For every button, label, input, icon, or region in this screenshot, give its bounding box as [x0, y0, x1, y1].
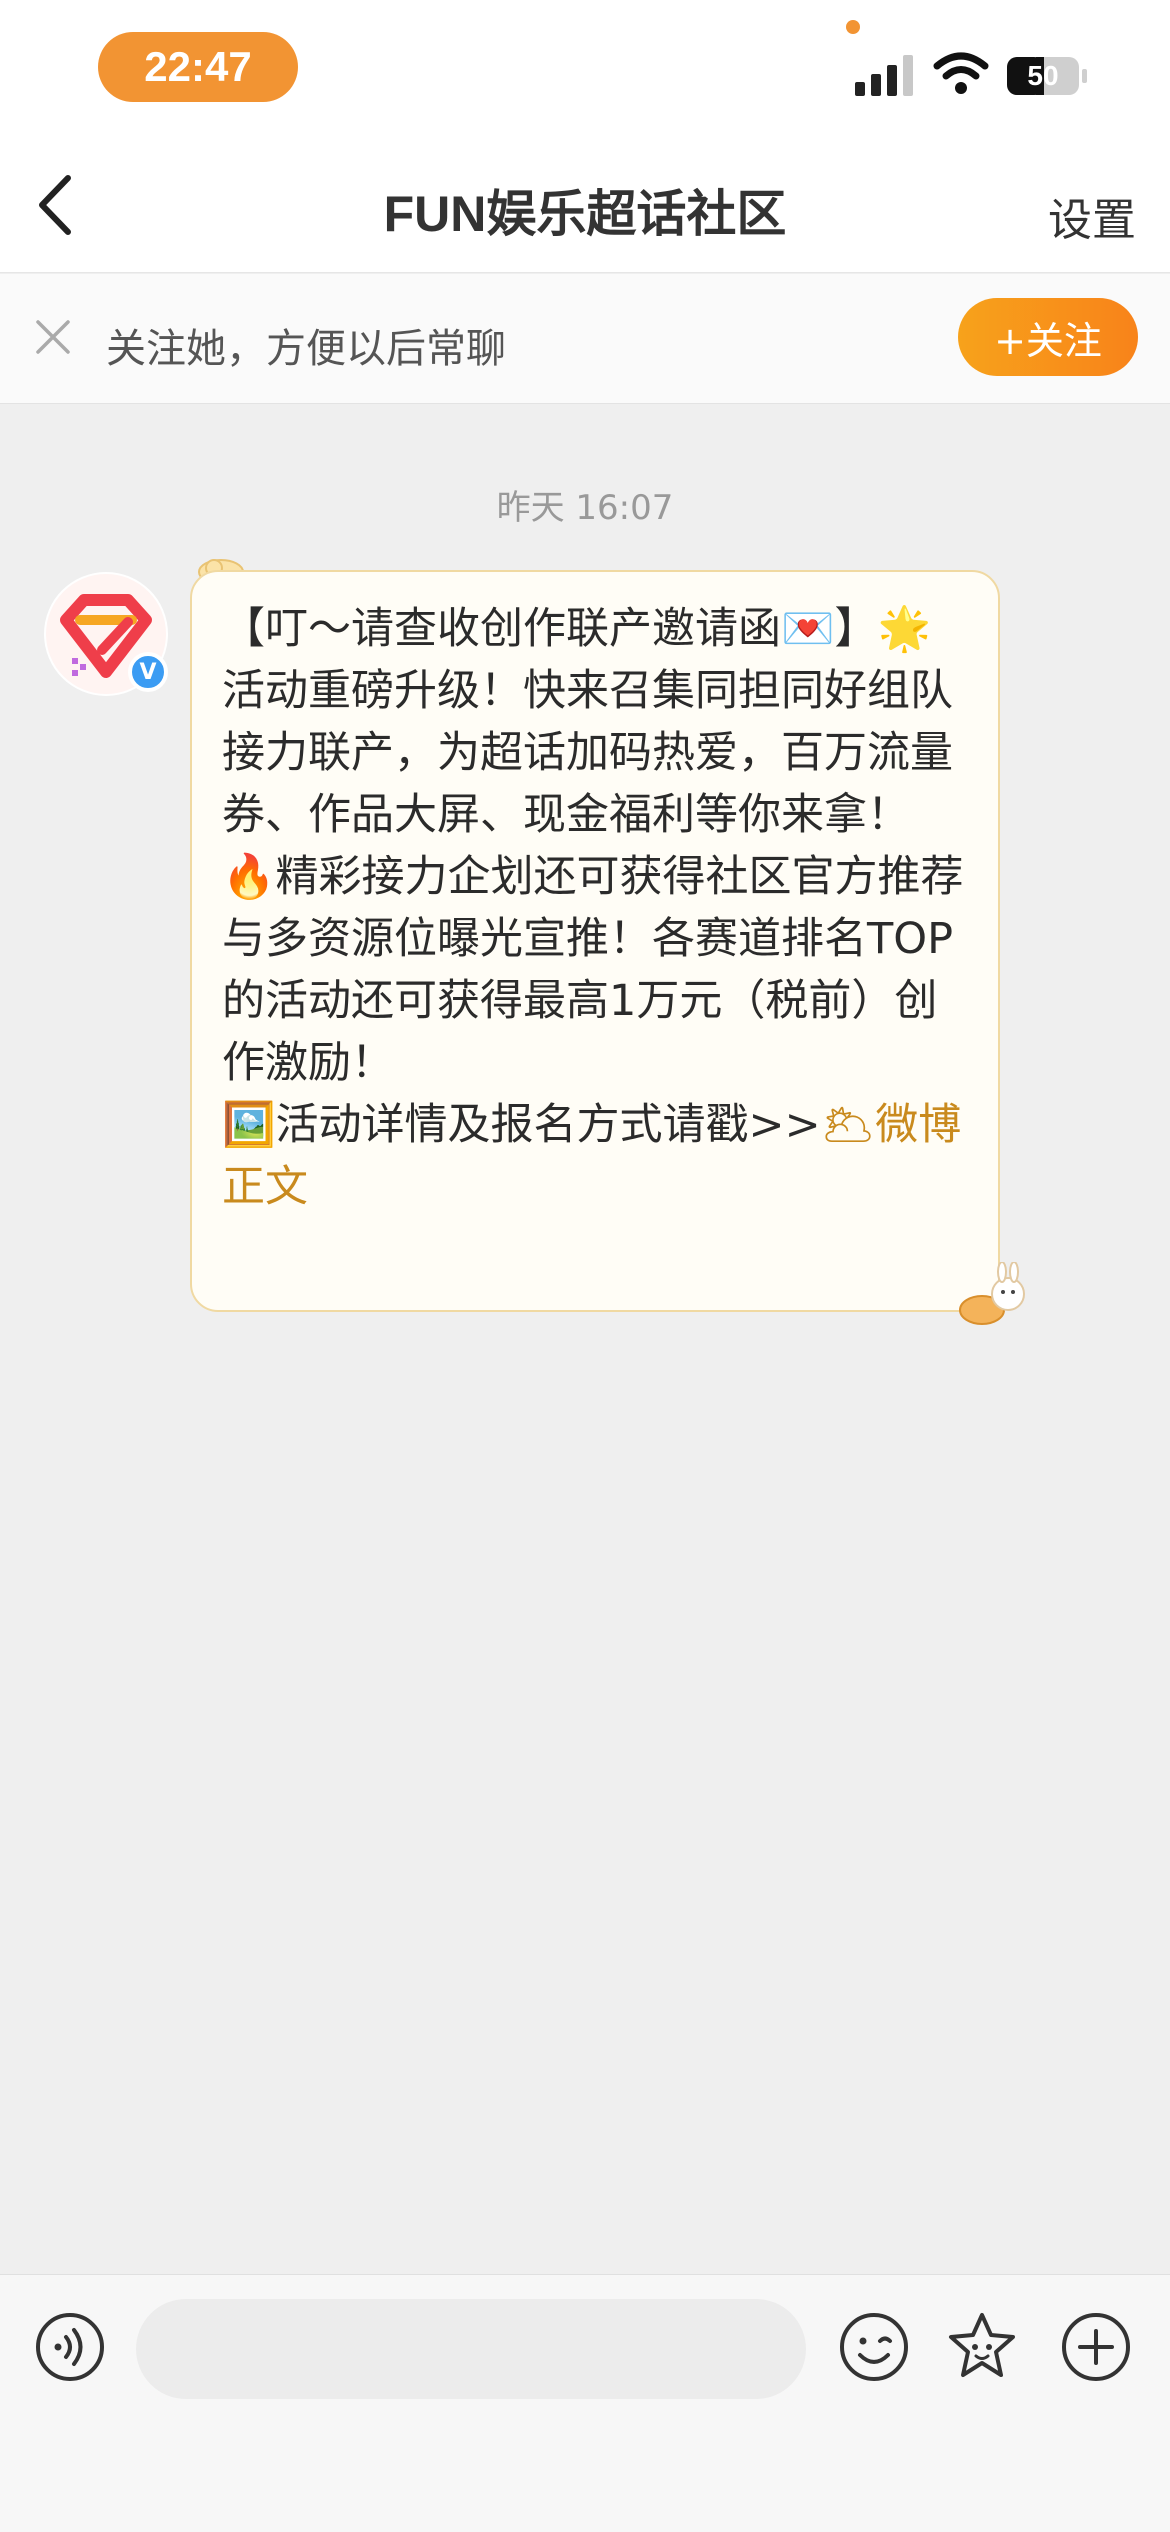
more-button[interactable]: [1060, 2311, 1132, 2383]
bunny-mooncake-decoration-icon: [959, 1262, 1025, 1325]
input-bar: [0, 2274, 1170, 2532]
settings-button[interactable]: 设置: [1048, 184, 1136, 248]
page-title: FUN娱乐超话社区: [383, 186, 787, 242]
message-bubble[interactable]: 【叮～请查收创作联产邀请函💌】🌟 活动重磅升级！快来召集同担同好组队接力联产，为…: [190, 570, 1000, 1312]
nav-header: FUN娱乐超话社区 设置: [0, 140, 1170, 273]
avatar[interactable]: V: [44, 572, 168, 696]
voice-button[interactable]: [34, 2311, 106, 2383]
close-button[interactable]: [34, 318, 72, 356]
close-icon: [36, 320, 70, 354]
follow-prompt-text: 关注她，方便以后常聊: [106, 326, 506, 372]
follow-prompt-bar: 关注她，方便以后常聊 +关注: [0, 274, 1170, 404]
battery-icon: 50: [1006, 56, 1088, 96]
voice-icon: [36, 2313, 104, 2381]
emoji-button[interactable]: [838, 2311, 910, 2383]
privacy-indicator-dot: [846, 20, 860, 34]
status-time: 22:47: [98, 32, 298, 102]
sticker-button[interactable]: [944, 2309, 1020, 2385]
emoji-icon: [840, 2313, 908, 2381]
verified-badge-icon: V: [128, 652, 168, 692]
message-text: 【叮～请查收创作联产邀请函💌】🌟 活动重磅升级！快来召集同担同好组队接力联产，为…: [222, 604, 964, 1150]
status-bar: 22:47 50: [0, 0, 1170, 140]
battery-level: 50: [1027, 60, 1059, 91]
message-input[interactable]: [136, 2299, 806, 2399]
follow-button[interactable]: +关注: [958, 298, 1138, 376]
plus-icon: [1062, 2313, 1130, 2381]
signal-icon: [853, 52, 915, 98]
sticker-icon: [949, 2313, 1015, 2377]
message-timestamp: 昨天 16:07: [496, 488, 674, 528]
wifi-icon: [933, 52, 989, 96]
